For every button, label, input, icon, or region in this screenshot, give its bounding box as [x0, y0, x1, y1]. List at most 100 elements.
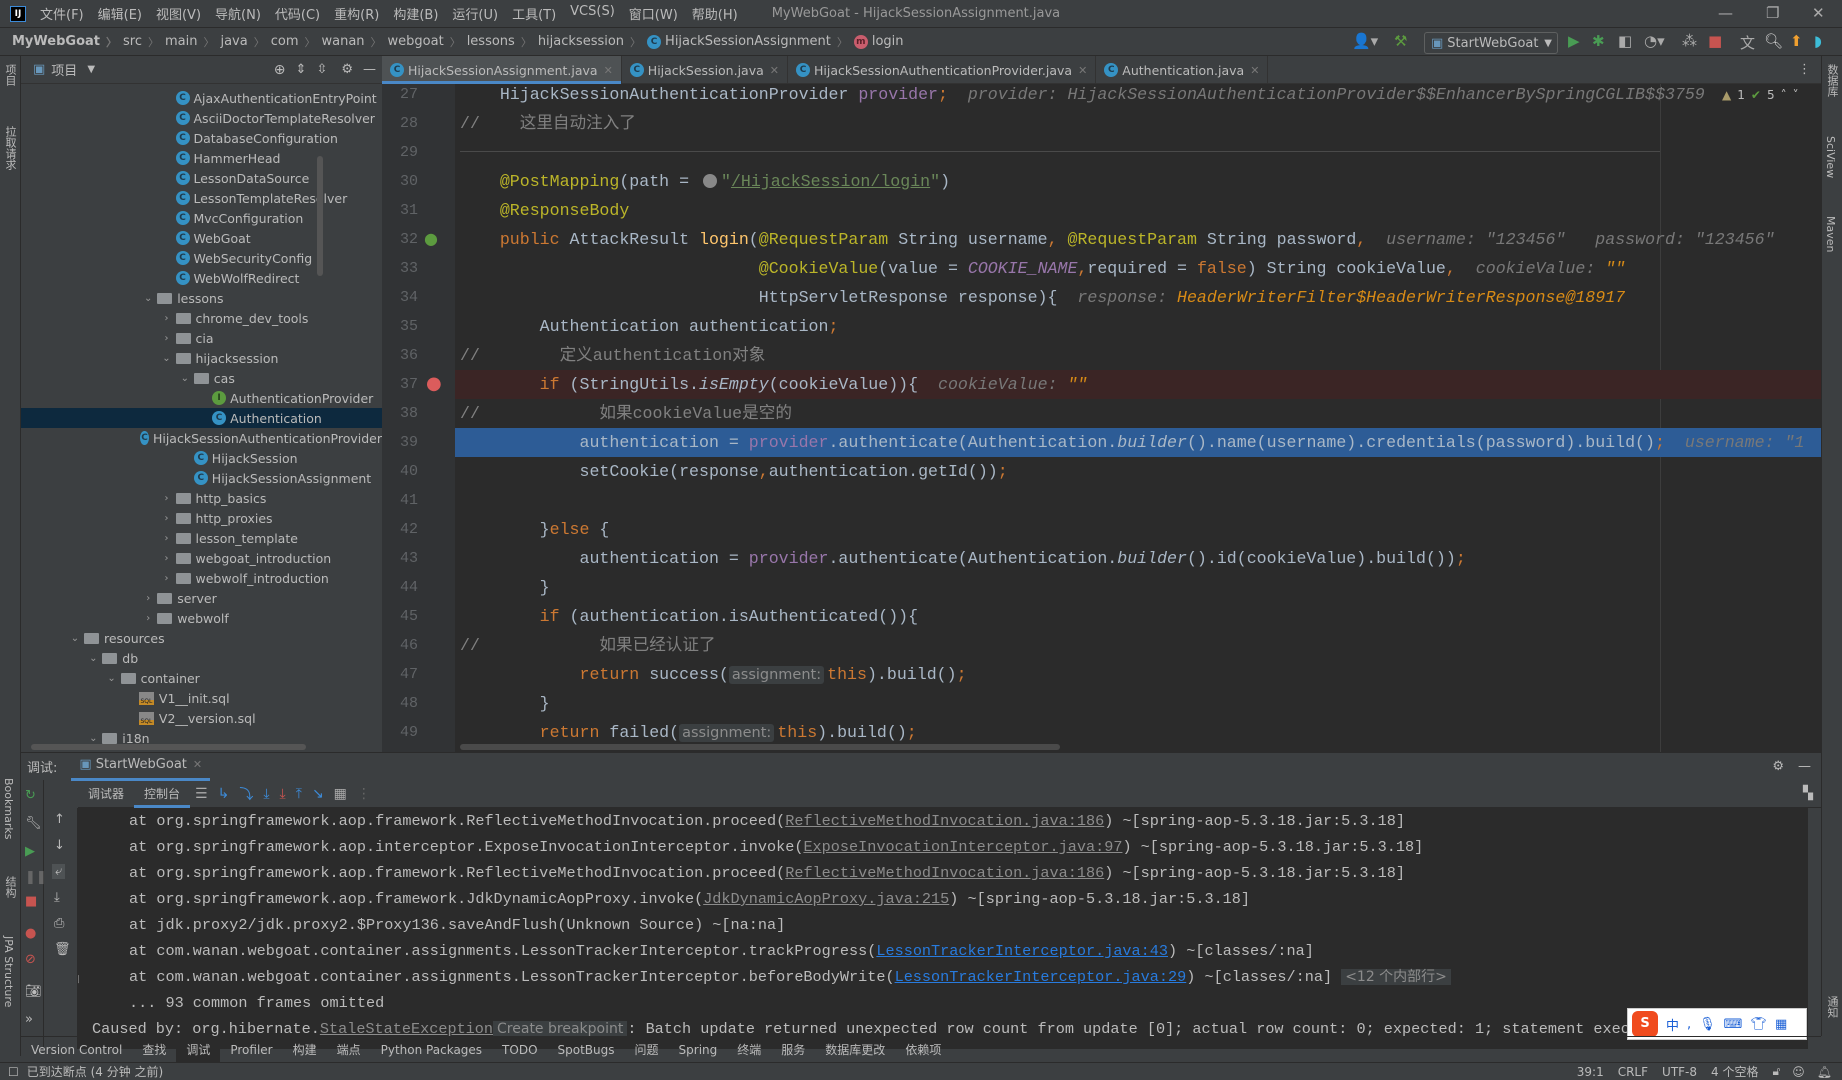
tool-window-button[interactable]: 构建 [283, 1037, 327, 1063]
tree-item[interactable]: C Authentication [21, 408, 382, 428]
run-to-cursor-icon[interactable]: ↘ [312, 786, 324, 802]
stop-icon[interactable]: ■ [1708, 32, 1722, 50]
stop-icon[interactable]: ■ [25, 894, 37, 909]
tree-item[interactable]: ⌄ cas [21, 368, 382, 388]
tool-window-button[interactable]: Python Packages [371, 1037, 492, 1063]
tree-item[interactable]: I AuthenticationProvider [21, 388, 382, 408]
resume-icon[interactable]: ▶ [25, 844, 35, 859]
tree-item[interactable]: C AsciiDoctorTemplateResolver [21, 108, 382, 128]
chevron-right-icon[interactable]: › [158, 533, 176, 544]
breadcrumb-item[interactable]: MyWebGoat 〉 [12, 34, 123, 50]
tree-item[interactable]: C HijackSession [21, 448, 382, 468]
chevron-right-icon[interactable]: › [158, 573, 176, 584]
console-link[interactable]: ExposeInvocationInterceptor.java:97 [803, 838, 1122, 856]
rerun-icon[interactable]: ↻ [25, 788, 36, 803]
translate-icon[interactable]: 文 [1740, 32, 1755, 53]
close-icon[interactable]: ✕ [604, 64, 613, 77]
console-fold-badge[interactable]: Create breakpoint [493, 1021, 628, 1037]
close-icon[interactable]: ✕ [1812, 4, 1825, 22]
maven-tool-button[interactable]: Maven [1824, 216, 1837, 252]
chevron-down-icon[interactable]: ⌄ [66, 633, 84, 644]
breakpoint-icon[interactable]: ● [426, 373, 442, 394]
plugin-icon[interactable]: ◗ [1814, 32, 1822, 50]
tree-item[interactable]: C AjaxAuthenticationEntryPoint [21, 88, 382, 108]
breadcrumb-item[interactable]: java 〉 [220, 34, 270, 50]
down-arrow-icon[interactable]: ↓ [54, 838, 65, 853]
tool-window-button[interactable]: 终端 [727, 1037, 771, 1063]
structure-tool-button[interactable]: 结构 [2, 876, 18, 898]
tool-window-button[interactable]: 查找 [132, 1037, 176, 1063]
tab-debugger[interactable]: 调试器 [78, 780, 134, 808]
tree-horizontal-scrollbar[interactable] [31, 744, 306, 750]
chevron-down-icon[interactable]: ⌄ [84, 653, 102, 664]
console-link[interactable]: LessonTrackerInterceptor.java:43 [876, 942, 1168, 960]
tool-window-button[interactable]: TODO [492, 1037, 547, 1063]
step-into-icon[interactable]: ⤓ [263, 786, 269, 802]
trace-icon[interactable]: ⋮ [357, 786, 371, 802]
chevron-down-icon[interactable]: ⌄ [176, 373, 194, 384]
run-icon[interactable]: ▶ [1568, 32, 1580, 50]
tree-item[interactable]: › webwolf [21, 608, 382, 628]
breadcrumb-item[interactable]: hijacksession 〉 [538, 34, 647, 50]
tree-item[interactable]: ⌄ resources [21, 628, 382, 648]
notifications-tool-button[interactable]: 通知 [1824, 996, 1840, 1018]
breadcrumb-method[interactable]: m login [853, 34, 904, 49]
close-icon[interactable]: ✕ [1078, 64, 1087, 77]
next-highlight-icon[interactable]: ˅ [1793, 88, 1799, 102]
database-tool-button[interactable]: 数据库 [1824, 64, 1840, 97]
breadcrumb-item[interactable]: webgoat 〉 [388, 34, 467, 50]
tool-window-button[interactable]: 端点 [327, 1037, 371, 1063]
skin-icon[interactable]: 👕︎ [1750, 1017, 1767, 1032]
console-fold-badge[interactable]: <12 个内部行> [1341, 969, 1451, 985]
expand-fold-icon[interactable]: ⊞ [78, 972, 80, 986]
user-icon[interactable]: 👤▾ [1352, 32, 1378, 50]
layout-settings-icon[interactable]: ▚ [1803, 786, 1813, 801]
tree-item[interactable]: C WebWolfRedirect [21, 268, 382, 288]
breadcrumb-item[interactable]: com 〉 [271, 34, 322, 50]
tree-item[interactable]: SQL V2__version.sql [21, 708, 382, 728]
chevron-down-icon[interactable]: ⌄ [139, 293, 157, 304]
tool-window-button[interactable]: Spring [669, 1037, 728, 1063]
tree-item[interactable]: › webgoat_introduction [21, 548, 382, 568]
menu-item[interactable]: 视图(V) [156, 4, 201, 23]
minimize-icon[interactable]: — [1718, 4, 1733, 22]
gear-icon[interactable]: ⚙ [341, 62, 353, 77]
tool-window-button[interactable]: Profiler [220, 1037, 282, 1063]
up-arrow-icon[interactable]: ↑ [54, 812, 65, 827]
tree-item[interactable]: C HammerHead [21, 148, 382, 168]
chevron-right-icon[interactable]: › [139, 593, 157, 604]
menu-item[interactable]: 代码(C) [275, 4, 320, 23]
menu-item[interactable]: 工具(T) [512, 4, 556, 23]
chevron-right-icon[interactable]: › [158, 513, 176, 524]
close-icon[interactable]: ✕ [770, 64, 779, 77]
console-link[interactable]: ReflectiveMethodInvocation.java:186 [785, 864, 1104, 882]
chevron-down-icon[interactable]: ⌄ [103, 673, 121, 684]
project-view-select[interactable]: 项目 [51, 60, 77, 79]
hide-icon[interactable]: — [363, 62, 376, 77]
microphone-icon[interactable]: 🎙︎ [1699, 1017, 1716, 1032]
console-link[interactable]: ReflectiveMethodInvocation.java:186 [785, 812, 1104, 830]
indent-setting[interactable]: 4 个空格 [1711, 1063, 1758, 1080]
camera-icon[interactable]: 📷︎ [25, 984, 42, 999]
clear-icon[interactable]: 🗑︎ [54, 942, 71, 957]
update-icon[interactable]: ⬆ [1790, 32, 1803, 50]
menu-item[interactable]: 运行(U) [452, 4, 498, 23]
breadcrumb-item[interactable]: src 〉 [123, 34, 165, 50]
menu-item[interactable]: 文件(F) [40, 4, 84, 23]
tree-item[interactable]: C WebGoat [21, 228, 382, 248]
pull-requests-tool-button[interactable]: 拉取请求 [2, 126, 18, 170]
tree-item[interactable]: C HijackSessionAuthenticationProvider [21, 428, 382, 448]
globe-icon[interactable] [703, 174, 717, 188]
code-editor[interactable]: HijackSessionAuthenticationProvider prov… [455, 84, 1821, 752]
menu-item[interactable]: 重构(R) [334, 4, 379, 23]
print-icon[interactable]: ⎙ [54, 916, 64, 931]
tree-item[interactable]: ⌄ hijacksession [21, 348, 382, 368]
tool-window-button[interactable]: SpotBugs [548, 1037, 625, 1063]
evaluate-icon[interactable]: ▦ [334, 786, 347, 802]
tool-window-button[interactable]: 依赖项 [895, 1037, 951, 1063]
wrench-icon[interactable]: 🔧︎ [25, 816, 42, 831]
editor-horizontal-scrollbar[interactable] [460, 744, 1060, 750]
breadcrumb-class[interactable]: C HijackSessionAssignment 〉 [647, 34, 854, 50]
lock-icon[interactable]: 🔓︎ [1772, 1064, 1780, 1079]
file-encoding[interactable]: UTF-8 [1662, 1065, 1697, 1079]
